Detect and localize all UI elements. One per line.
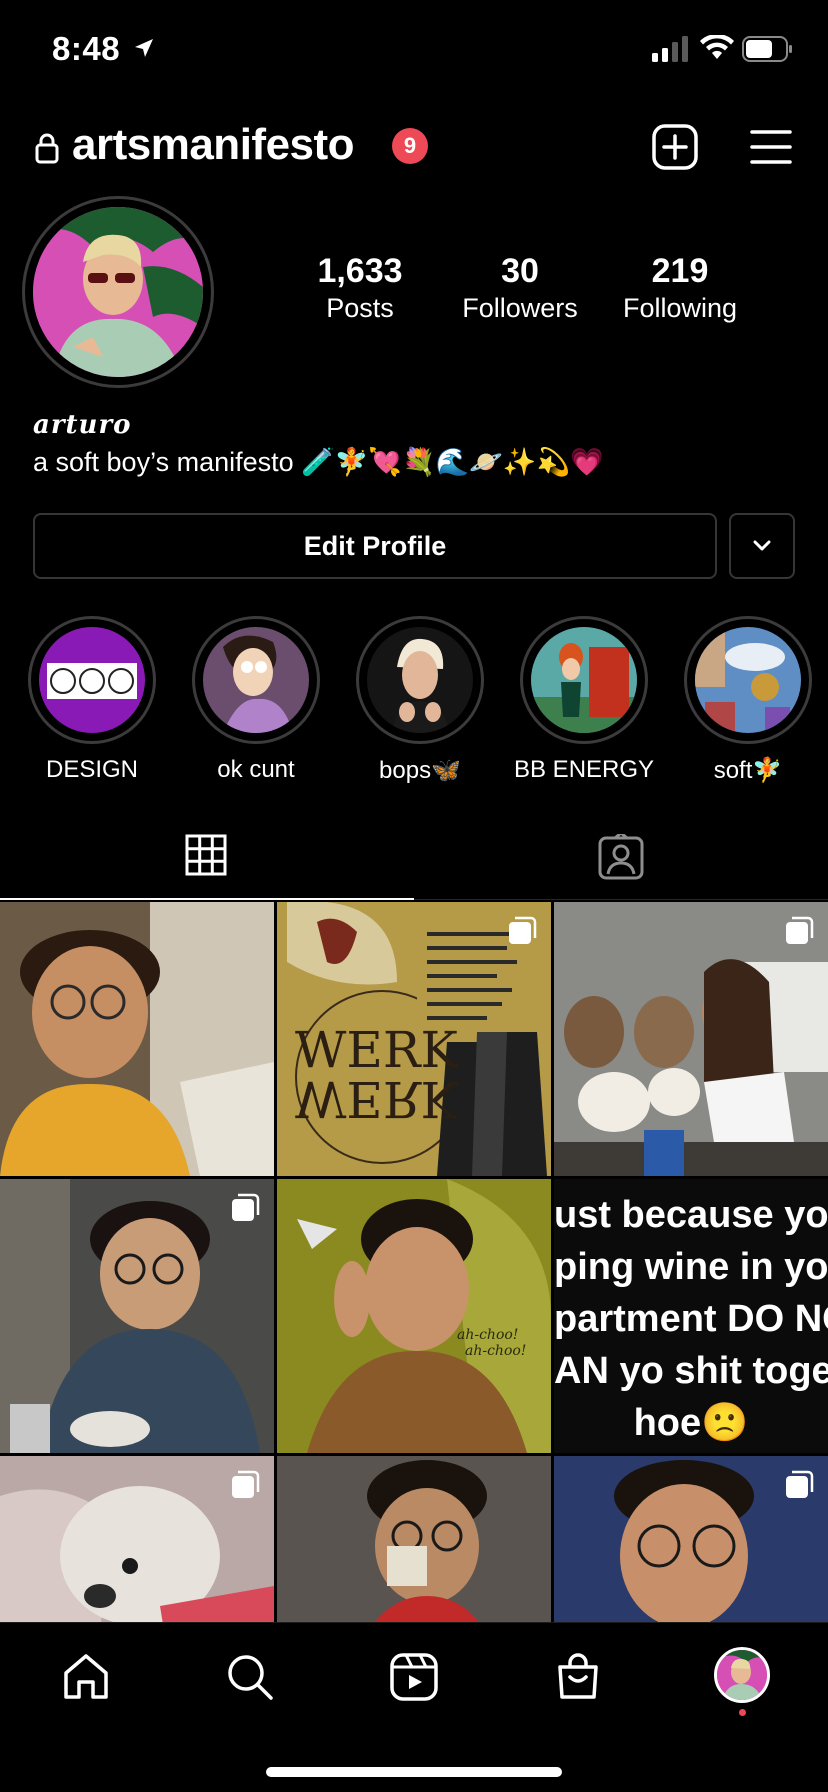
highlight-ring (28, 616, 156, 744)
highlight-ring (192, 616, 320, 744)
edit-profile-button[interactable]: Edit Profile (33, 513, 717, 579)
text-post-line: ping wine in yo (554, 1246, 828, 1288)
lock-icon (35, 133, 59, 164)
profile-bio: a soft boy’s manifesto 🧪🧚💘💐🌊🪐✨💫💗 (33, 447, 604, 477)
home-icon[interactable] (60, 1651, 112, 1703)
highlight-label: soft🧚 (713, 757, 783, 784)
cellular-signal-icon (652, 36, 688, 62)
posts-count: 1,633 (317, 252, 403, 290)
highlight-bops[interactable]: bops🦋 (350, 616, 490, 785)
shop-icon[interactable] (552, 1651, 604, 1703)
bottom-tab-bar (0, 1622, 828, 1792)
highlight-cover (531, 627, 637, 733)
home-indicator (266, 1767, 562, 1777)
highlight-ring (684, 616, 812, 744)
text-post-line: partment DO NO (554, 1298, 828, 1340)
following-stat[interactable]: 219 Following (600, 252, 760, 324)
highlight-soft[interactable]: soft🧚 (678, 616, 818, 785)
highlight-bb-energy[interactable]: BB ENERGY (514, 616, 654, 784)
post-thumbnail[interactable]: WERK WERK (277, 902, 551, 1176)
battery-icon (742, 36, 792, 62)
followers-label: Followers (462, 293, 578, 323)
post-thumbnail[interactable] (0, 1456, 274, 1622)
following-count: 219 (651, 252, 709, 290)
chevron-down-icon (753, 540, 771, 551)
menu-icon[interactable] (750, 128, 792, 166)
profile-header: artsmanifesto 9 (0, 110, 828, 182)
multiple-posts-icon (786, 1470, 814, 1498)
post-thumbnail[interactable] (554, 1456, 828, 1622)
highlight-cover (203, 627, 309, 733)
text-post-line: AN yo shit toge (554, 1350, 828, 1392)
text-post-line: hoe🙁 (633, 1402, 749, 1444)
posts-stat[interactable]: 1,633 Posts (280, 252, 440, 324)
profile-tab-avatar[interactable] (714, 1647, 770, 1703)
followers-stat[interactable]: 30 Followers (440, 252, 600, 324)
tab-posts-grid[interactable] (0, 810, 414, 900)
post-thumbnail[interactable] (0, 1179, 274, 1453)
post-thumbnail[interactable] (277, 1456, 551, 1622)
search-icon[interactable] (224, 1651, 276, 1703)
profile-tabs (0, 810, 828, 900)
post-thumbnail[interactable] (0, 902, 274, 1176)
text-post-thumbnail[interactable]: ust because yo ping wine in yo partment … (554, 1179, 828, 1453)
profile-name: arturo (33, 410, 132, 440)
notification-badge: 9 (392, 128, 428, 164)
post-thumbnail[interactable]: ah-choo! ah-choo! (277, 1179, 551, 1453)
multiple-posts-icon (509, 916, 537, 944)
status-time: 8:48 (52, 30, 121, 67)
svg-text:WERK: WERK (295, 1070, 460, 1128)
highlight-ring (520, 616, 648, 744)
posts-label: Posts (326, 293, 394, 323)
highlight-cover (695, 627, 801, 733)
multiple-posts-icon (232, 1193, 260, 1221)
following-label: Following (622, 293, 738, 323)
grid-icon (185, 834, 227, 876)
activity-dot (739, 1709, 746, 1716)
text-post-line: ust because yo (554, 1194, 828, 1236)
profile-avatar[interactable] (33, 207, 203, 377)
highlight-design[interactable]: DESIGN (22, 616, 162, 784)
highlight-ok[interactable]: ok cunt (186, 616, 326, 784)
tagged-icon (598, 834, 644, 880)
suggested-accounts-button[interactable] (729, 513, 795, 579)
svg-text:ah-choo!: ah-choo! (465, 1343, 526, 1359)
highlight-ring (356, 616, 484, 744)
reels-icon[interactable] (388, 1651, 440, 1703)
highlight-label: ok cunt (217, 756, 295, 783)
wifi-icon (700, 35, 734, 59)
status-bar: 8:48 (0, 0, 828, 100)
highlight-label: bops🦋 (379, 757, 461, 784)
highlight-cover (39, 627, 145, 733)
svg-text:ah-choo!: ah-choo! (457, 1327, 518, 1343)
tab-tagged[interactable] (414, 810, 828, 900)
highlight-label: DESIGN (45, 756, 138, 783)
highlight-label: BB ENERGY (514, 756, 655, 783)
location-arrow-icon (135, 39, 153, 57)
post-thumbnail[interactable] (554, 902, 828, 1176)
followers-count: 30 (501, 252, 539, 290)
posts-grid: WERK WERK ah-choo! ah-choo! ust because … (0, 902, 828, 1622)
account-switcher-username[interactable]: artsmanifesto (72, 120, 355, 170)
multiple-posts-icon (786, 916, 814, 944)
new-post-icon[interactable] (652, 124, 698, 170)
multiple-posts-icon (232, 1470, 260, 1498)
highlight-cover (367, 627, 473, 733)
